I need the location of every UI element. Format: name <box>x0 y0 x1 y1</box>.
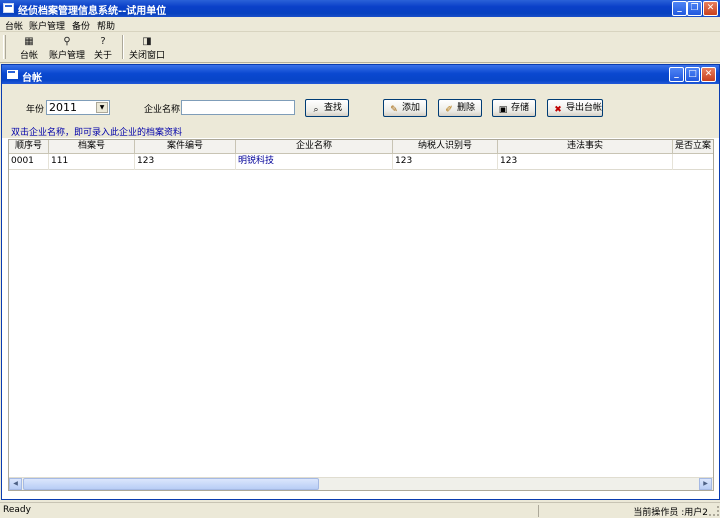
scroll-left-icon[interactable]: ◀ <box>9 478 22 490</box>
toolbar-account-button[interactable]: ⚲ 账户管理 <box>46 34 88 61</box>
menu-help[interactable]: 帮助 <box>97 19 115 32</box>
close-window-icon: ◨ <box>142 36 152 47</box>
toolbar-close-window-label: 关闭窗口 <box>128 51 165 61</box>
cell-violation[interactable]: 123 <box>498 154 673 170</box>
child-maximize-button[interactable]: □ <box>685 67 700 82</box>
export-ledger-button-label: 导出台帐 <box>566 103 603 113</box>
status-text: Ready <box>3 505 539 517</box>
toolbar-grip[interactable] <box>3 35 6 59</box>
column-header-case-no[interactable]: 案件编号 <box>135 140 236 154</box>
child-close-button[interactable]: ✕ <box>701 67 716 82</box>
search-icon: ⌕ <box>313 105 319 115</box>
menu-bar: 台帐 账户管理 备份 帮助 <box>0 17 720 32</box>
account-icon: ⚲ <box>63 36 71 47</box>
year-select[interactable]: 2011 ▼ <box>46 100 110 115</box>
table-header: 顺序号 档案号 案件编号 企业名称 纳税人识别号 违法事实 是否立案 <box>9 140 713 154</box>
add-button[interactable]: ✎ 添加 <box>383 99 427 117</box>
ledger-icon: ▦ <box>24 36 34 47</box>
cell-company[interactable]: 明锐科技 <box>236 154 393 170</box>
toolbar-close-window-button[interactable]: ◨ 关闭窗口 <box>126 34 168 61</box>
toolbar-about-button[interactable]: ? 关于 <box>90 34 116 61</box>
add-button-label: 添加 <box>402 103 421 113</box>
child-minimize-button[interactable]: _ <box>669 67 684 82</box>
cell-filed[interactable] <box>673 154 713 170</box>
column-header-file-no[interactable]: 档案号 <box>49 140 135 154</box>
current-operator: 当前操作员 :用户2 <box>633 508 708 518</box>
menu-account[interactable]: 账户管理 <box>29 19 65 32</box>
chevron-down-icon[interactable]: ▼ <box>96 102 108 113</box>
ledger-window-title: 台帐 <box>22 73 42 84</box>
scroll-right-icon[interactable]: ▶ <box>699 478 712 490</box>
search-button-label: 查找 <box>324 103 343 113</box>
toolbar-ledger-button[interactable]: ▦ 台帐 <box>14 34 44 61</box>
toolbar: ▦ 台帐 ⚲ 账户管理 ? 关于 ◨ 关闭窗口 <box>0 32 720 63</box>
delete-button[interactable]: ✐ 删除 <box>438 99 482 117</box>
toolbar-separator <box>122 35 124 59</box>
save-button[interactable]: ▣ 存储 <box>492 99 536 117</box>
cell-file-no[interactable]: 111 <box>49 154 135 170</box>
pencil-icon: ✎ <box>390 105 398 115</box>
company-name-input[interactable] <box>181 100 295 115</box>
year-select-value: 2011 <box>49 101 77 114</box>
window-title-bar: 经侦档案管理信息系统--试用单位 _ ❐ ✕ <box>0 0 720 17</box>
restore-button[interactable]: ❐ <box>687 1 702 16</box>
menu-backup[interactable]: 备份 <box>72 19 90 32</box>
ledger-window-icon <box>7 70 18 79</box>
minimize-button[interactable]: _ <box>672 1 687 16</box>
search-button[interactable]: ⌕ 查找 <box>305 99 349 117</box>
app-icon <box>3 3 14 13</box>
table-row[interactable]: 0001 111 123 明锐科技 123 123 <box>9 154 713 170</box>
column-header-violation[interactable]: 违法事实 <box>498 140 673 154</box>
year-label: 年份 <box>26 105 45 115</box>
toolbar-account-label: 账户管理 <box>48 51 85 61</box>
close-button[interactable]: ✕ <box>703 1 718 16</box>
eraser-icon: ✐ <box>445 105 453 115</box>
floppy-disk-icon: ▣ <box>498 105 508 115</box>
toolbar-ledger-label: 台帐 <box>19 51 38 61</box>
status-bar: Ready 当前操作员 :用户2 <box>0 502 720 518</box>
excel-export-icon: ✖ <box>554 105 562 115</box>
company-name-label: 企业名称 <box>144 105 181 115</box>
hint-text: 双击企业名称，即可录入此企业的档案资料 <box>11 128 183 138</box>
ledger-window: 台帐 _ □ ✕ 年份 2011 ▼ 企业名称 ⌕ 查找 ✎ 添加 ✐ 删除 ▣ 存储 … <box>1 64 720 500</box>
resize-grip[interactable] <box>709 506 719 516</box>
toolbar-about-label: 关于 <box>93 51 112 61</box>
ledger-window-title-bar: 台帐 _ □ ✕ <box>2 65 719 84</box>
window-title: 经侦档案管理信息系统--试用单位 <box>18 6 167 17</box>
save-button-label: 存储 <box>511 103 530 113</box>
column-header-seq[interactable]: 顺序号 <box>9 140 49 154</box>
delete-button-label: 删除 <box>457 103 476 113</box>
menu-ledger[interactable]: 台帐 <box>5 19 23 32</box>
cell-tax-id[interactable]: 123 <box>393 154 498 170</box>
column-header-tax-id[interactable]: 纳税人识别号 <box>393 140 498 154</box>
horizontal-scrollbar[interactable]: ◀ ▶ <box>9 477 713 490</box>
export-ledger-button[interactable]: ✖ 导出台帐 <box>547 99 603 117</box>
scrollbar-thumb[interactable] <box>23 478 319 490</box>
cell-case-no[interactable]: 123 <box>135 154 236 170</box>
column-header-company[interactable]: 企业名称 <box>236 140 393 154</box>
cell-seq[interactable]: 0001 <box>9 154 49 170</box>
help-icon: ? <box>100 36 106 47</box>
column-header-filed[interactable]: 是否立案 <box>673 140 713 154</box>
ledger-table: 顺序号 档案号 案件编号 企业名称 纳税人识别号 违法事实 是否立案 0001 … <box>8 139 714 491</box>
